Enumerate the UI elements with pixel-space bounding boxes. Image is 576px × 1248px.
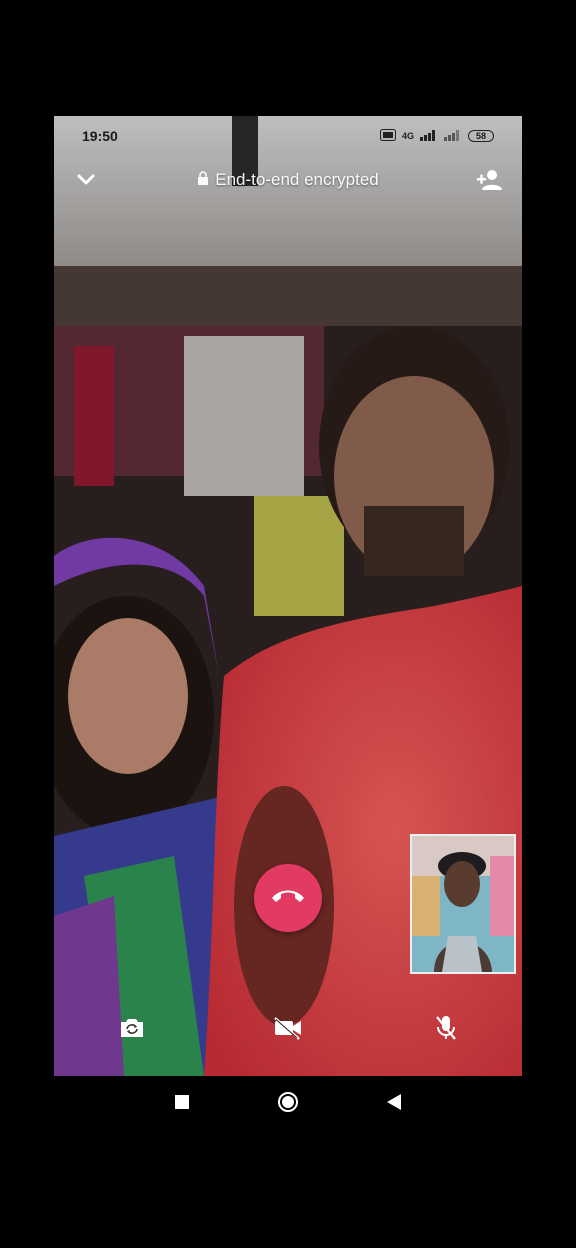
recent-apps-button[interactable] [168, 1090, 196, 1118]
status-time: 19:50 [82, 128, 118, 144]
call-controls [54, 1008, 522, 1052]
signal-icon-2 [444, 128, 462, 144]
call-header: End-to-end encrypted [54, 164, 522, 196]
square-icon [175, 1094, 189, 1114]
call-screen: 19:50 4G 58 End-to-end encrypted [54, 116, 522, 1076]
switch-camera-button[interactable] [110, 1008, 154, 1052]
chevron-down-icon[interactable] [70, 164, 102, 196]
status-bar: 19:50 4G 58 [54, 116, 522, 156]
add-person-icon[interactable] [474, 164, 506, 196]
system-navigation-bar [0, 1076, 576, 1132]
end-call-button[interactable] [254, 864, 322, 932]
lock-icon [197, 170, 209, 190]
video-off-icon [272, 1016, 304, 1045]
encryption-text: End-to-end encrypted [215, 170, 379, 189]
mic-off-icon [434, 1014, 458, 1047]
volte-icon [379, 128, 396, 144]
triangle-back-icon [387, 1093, 401, 1115]
signal-icon [420, 128, 438, 144]
home-button[interactable] [274, 1090, 302, 1118]
encryption-notice: End-to-end encrypted [197, 170, 379, 190]
battery-level: 58 [475, 131, 486, 141]
circle-icon [277, 1091, 299, 1118]
battery-icon: 58 [468, 130, 494, 142]
switch-camera-icon [118, 1016, 146, 1045]
phone-hangup-icon [270, 886, 306, 911]
mute-button[interactable] [424, 1008, 468, 1052]
network-type: 4G [401, 131, 414, 141]
status-icons: 4G 58 [379, 128, 494, 144]
back-button[interactable] [380, 1090, 408, 1118]
self-video-preview[interactable] [410, 834, 516, 974]
video-toggle-button[interactable] [266, 1008, 310, 1052]
